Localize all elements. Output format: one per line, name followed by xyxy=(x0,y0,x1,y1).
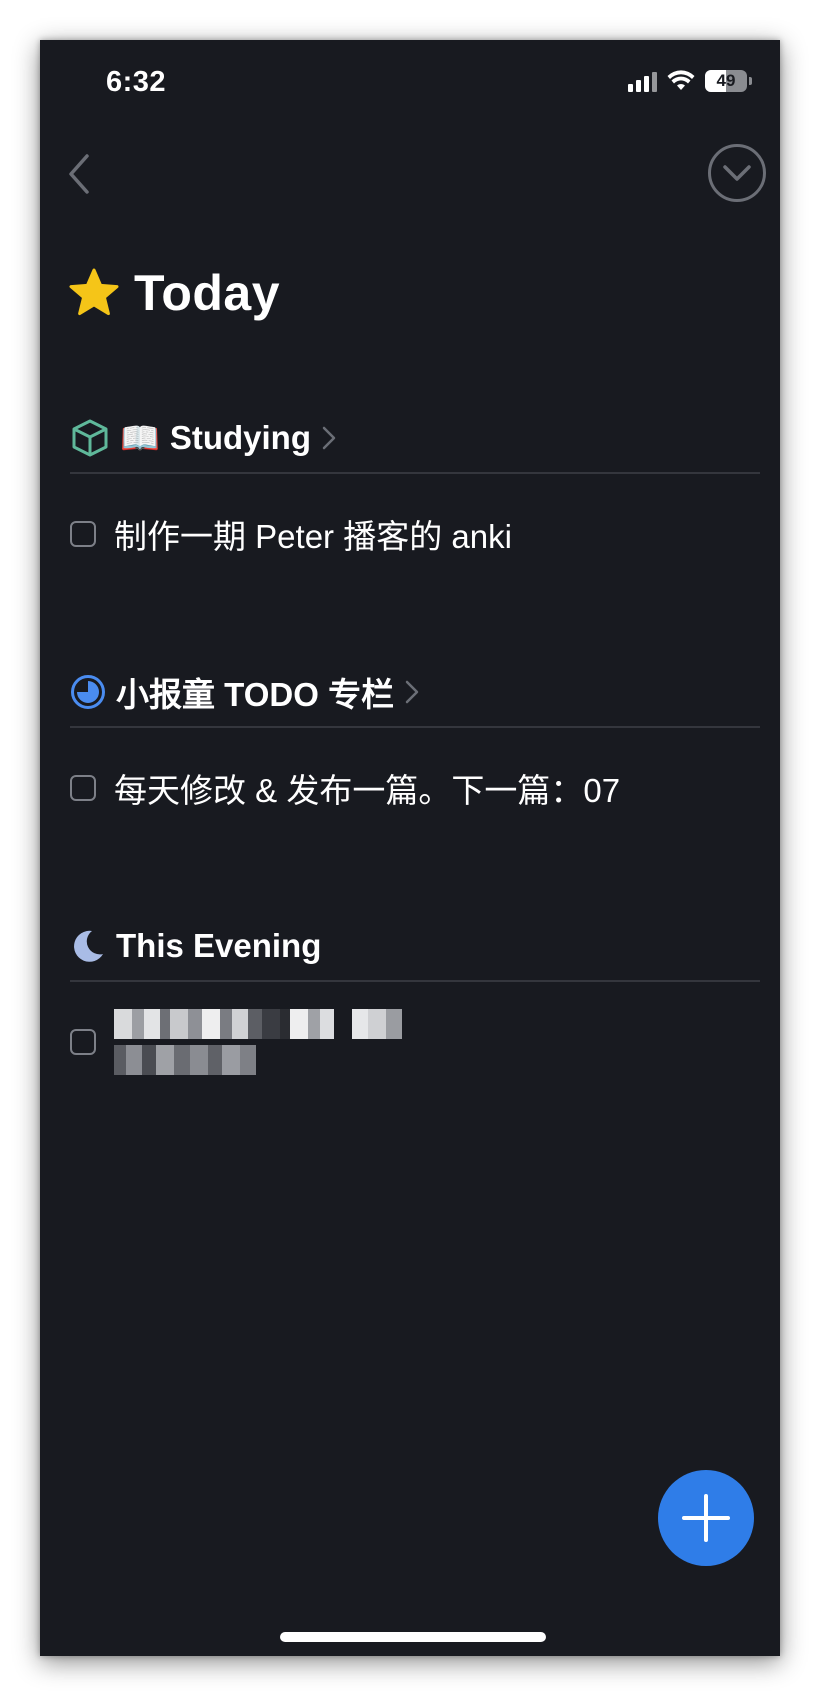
redacted-task-title xyxy=(114,1009,402,1075)
add-task-button[interactable] xyxy=(658,1470,754,1566)
book-emoji: 📖 xyxy=(120,420,160,456)
section-studying: 📖 Studying 制作一期 Peter 播客的 anki xyxy=(70,406,760,594)
progress-pie-icon xyxy=(71,675,105,709)
chevron-left-icon xyxy=(69,154,89,194)
task-title: 每天修改 & 发布一篇。下一篇：07 xyxy=(114,772,621,809)
status-bar: 6:32 49 xyxy=(40,40,780,130)
status-icons: 49 xyxy=(628,70,752,92)
task-checkbox[interactable] xyxy=(70,775,96,801)
cellular-signal-icon xyxy=(628,70,657,92)
battery-icon: 49 xyxy=(705,70,747,92)
section-header-this-evening: This Evening xyxy=(70,914,760,978)
chevron-right-icon xyxy=(405,680,419,704)
section-title: Studying xyxy=(169,419,311,456)
section-title: This Evening xyxy=(116,927,322,964)
wifi-icon xyxy=(667,70,695,90)
section-header-xiaobaotong[interactable]: 小报童 TODO 专栏 xyxy=(70,660,760,724)
section-header-studying[interactable]: 📖 Studying xyxy=(70,406,760,470)
section-title: 小报童 TODO 专栏 xyxy=(116,676,395,713)
section-this-evening: This Evening xyxy=(70,914,760,1102)
page-title-text: Today xyxy=(134,265,281,321)
home-indicator[interactable] xyxy=(280,1632,546,1642)
task-checkbox[interactable] xyxy=(70,1029,96,1055)
checkmark-circle-icon xyxy=(723,165,751,181)
task-checkbox[interactable] xyxy=(70,521,96,547)
section-xiaobaotong: 小报童 TODO 专栏 每天修改 & 发布一篇。下一篇：07 xyxy=(70,660,760,848)
back-button[interactable] xyxy=(56,144,100,204)
task-title: 制作一期 Peter 播客的 anki xyxy=(114,518,512,555)
status-time: 6:32 xyxy=(106,66,167,98)
task-row[interactable] xyxy=(70,982,760,1102)
battery-nub xyxy=(749,77,752,85)
page-title: Today xyxy=(68,264,280,322)
star-icon xyxy=(69,268,119,316)
task-row[interactable]: 每天修改 & 发布一篇。下一篇：07 xyxy=(70,728,760,848)
cube-icon xyxy=(72,419,108,457)
done-button[interactable] xyxy=(708,144,766,202)
app-screen: 6:32 49 Today 📖 Studying 制作一期 Peter 播客的 … xyxy=(40,40,780,1656)
plus-icon xyxy=(682,1494,730,1542)
battery-level-text: 49 xyxy=(716,71,736,90)
chevron-right-icon xyxy=(322,426,336,450)
task-row[interactable]: 制作一期 Peter 播客的 anki xyxy=(70,474,760,594)
moon-icon xyxy=(74,930,103,962)
